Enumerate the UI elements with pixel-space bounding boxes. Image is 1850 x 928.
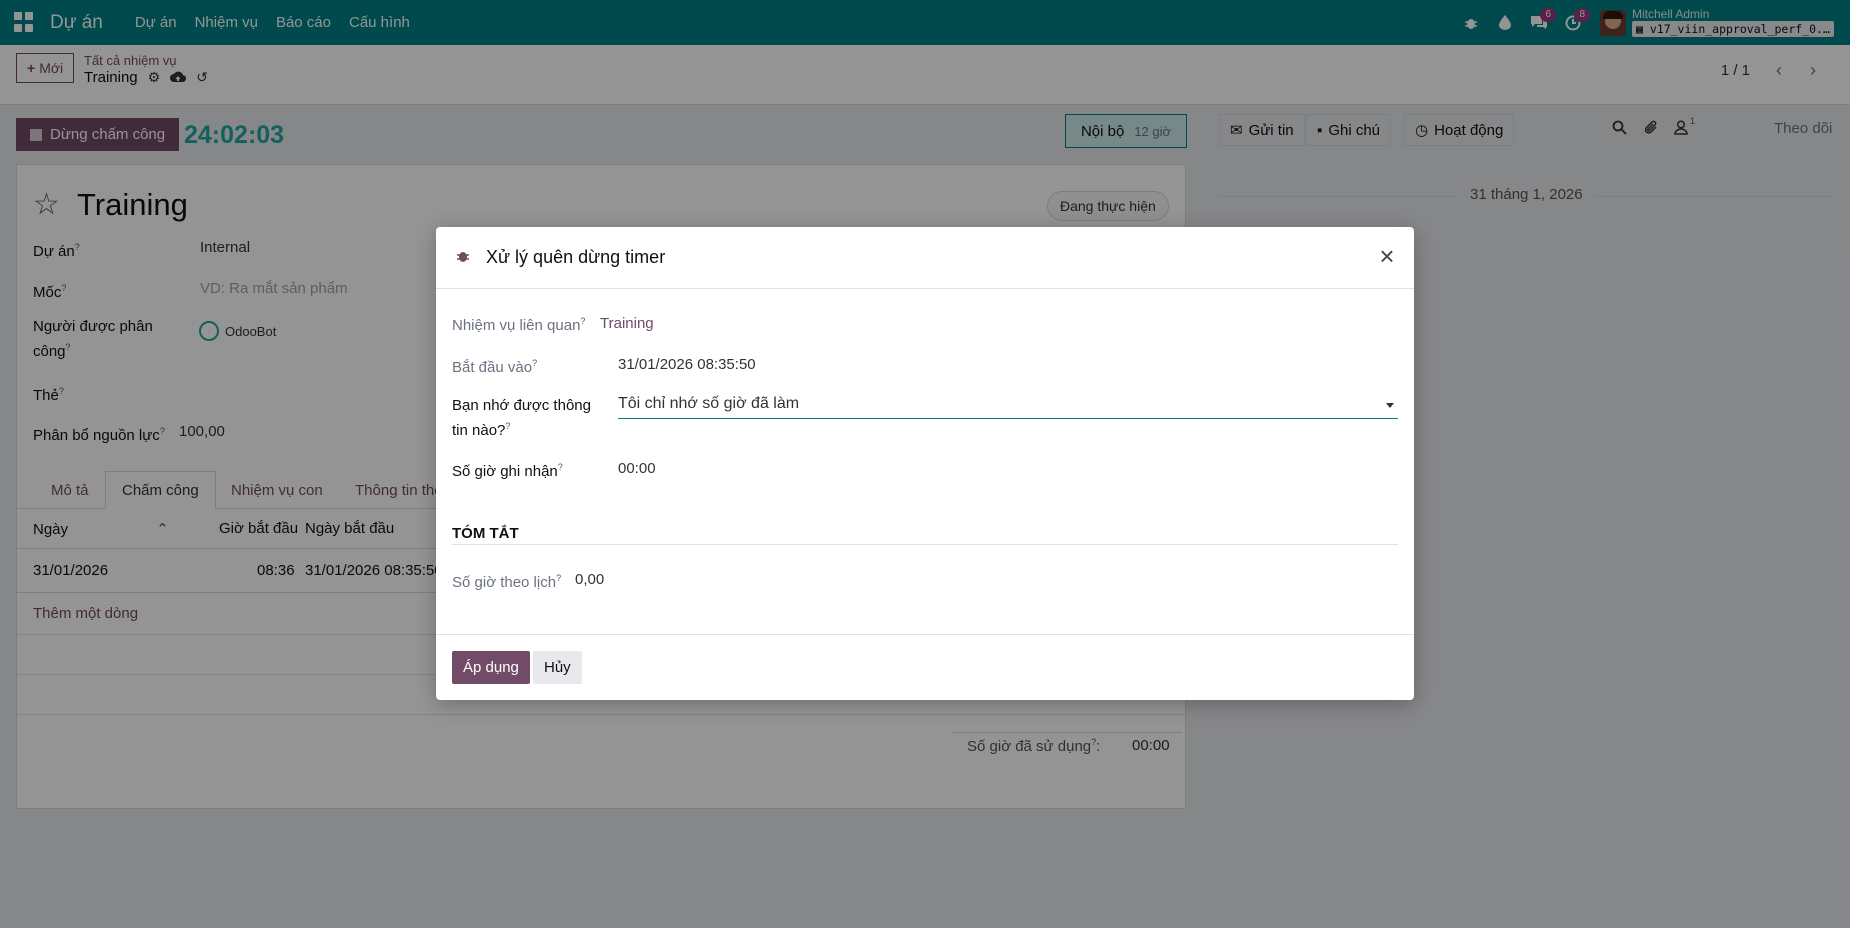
scheduled-hours-value: 0,00: [575, 571, 605, 588]
dialog-title: Xử lý quên dừng timer: [486, 247, 666, 267]
dialog-footer: Áp dụng Hủy: [436, 634, 1414, 700]
apply-button[interactable]: Áp dụng: [452, 651, 530, 684]
chevron-down-icon: [1386, 403, 1394, 408]
cancel-button[interactable]: Hủy: [533, 651, 582, 684]
close-icon[interactable]: ×: [1374, 243, 1400, 269]
summary-divider: [452, 544, 1398, 545]
bug-icon: [456, 249, 470, 266]
dialog-header: Xử lý quên dừng timer ×: [436, 227, 1414, 289]
forgot-timer-dialog: Xử lý quên dừng timer × Nhiệm vụ liên qu…: [436, 227, 1414, 700]
logged-hours-input[interactable]: 00:00: [618, 460, 656, 477]
summary-section-title: TÓM TẮT: [452, 525, 519, 542]
scheduled-hours-label: Số giờ theo lịch?: [452, 573, 562, 591]
logged-hours-label: Số giờ ghi nhận?: [452, 462, 563, 480]
remember-info-label: Bạn nhớ được thông tin nào??: [452, 397, 591, 439]
remember-info-select[interactable]: Tôi chỉ nhớ số giờ đã làm: [618, 393, 1398, 419]
start-time-value: 31/01/2026 08:35:50: [618, 356, 756, 373]
start-time-label: Bắt đầu vào?: [452, 358, 538, 376]
related-task-label: Nhiệm vụ liên quan?: [452, 316, 586, 334]
related-task-link[interactable]: Training: [600, 315, 654, 332]
